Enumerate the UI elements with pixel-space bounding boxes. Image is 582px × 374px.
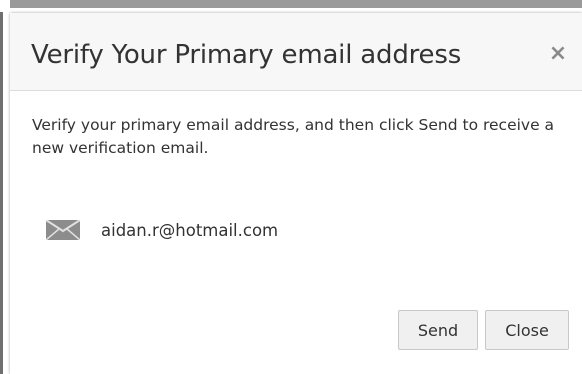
email-row: aidan.r@hotmail.com <box>46 219 278 241</box>
backdrop-edge-left <box>0 0 3 374</box>
backdrop-edge-top <box>0 0 582 8</box>
dialog-header: Verify Your Primary email address × <box>10 13 582 91</box>
dialog-title: Verify Your Primary email address <box>31 40 462 70</box>
backdrop-corner <box>0 0 10 12</box>
dialog-instructions: Verify your primary email address, and t… <box>32 116 555 157</box>
send-button[interactable]: Send <box>398 310 478 350</box>
email-address: aidan.r@hotmail.com <box>101 220 279 240</box>
envelope-icon <box>46 220 80 240</box>
close-button[interactable]: Close <box>485 310 569 350</box>
verify-email-dialog: Verify Your Primary email address × Veri… <box>10 13 582 374</box>
close-icon[interactable]: × <box>548 43 568 65</box>
